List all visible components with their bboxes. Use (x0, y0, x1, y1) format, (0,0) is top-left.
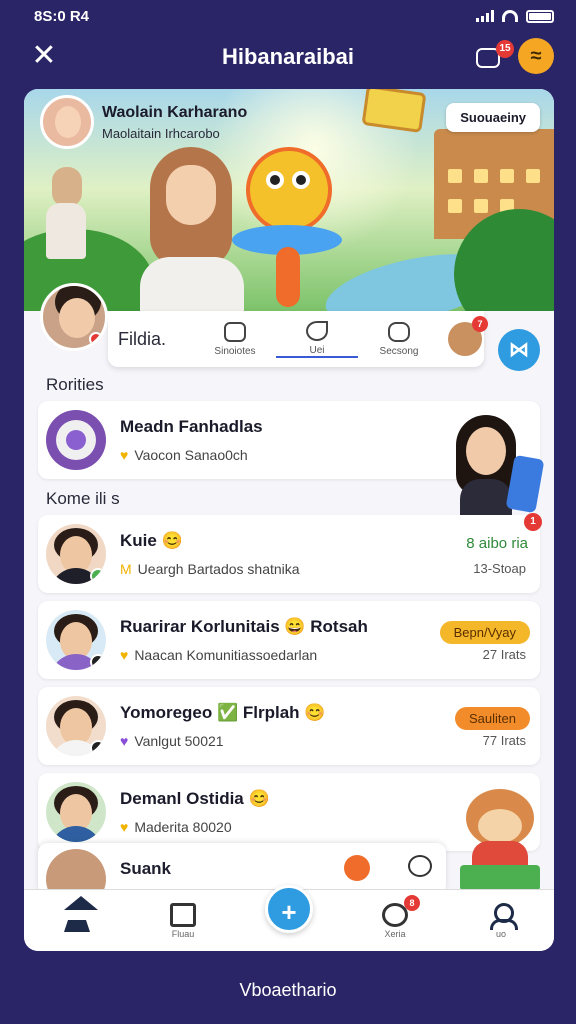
item-name: Yomoregeo ✅ Flrplah 😊 (120, 703, 326, 722)
battery-icon (526, 9, 554, 23)
section-komentis-label: Kome ili s (46, 489, 120, 508)
item-time: 13-Stoap (473, 561, 526, 576)
nav-profile[interactable]: uo (466, 902, 536, 939)
item-sub: Maderita 80020 (134, 819, 232, 835)
hero-user-subtitle: Maolaitain Irhcarobo (102, 125, 220, 141)
hero-banner[interactable]: Waolain Karharano Maolaitain Irhcarobo S… (24, 89, 554, 311)
girl-sticker (438, 411, 545, 521)
hero-user-name: Waolain Karharano (102, 103, 248, 121)
page-title: Hibanaraibai (221, 44, 355, 69)
coin-icon: ≈ (530, 45, 542, 67)
hero-person-secondary (44, 167, 88, 259)
item-name: Kuie 😊 (120, 531, 183, 550)
status-bar: 8S:0 R4 (0, 0, 576, 32)
medal-icon: M (120, 561, 132, 577)
item-sub: Ueargh Bartados shatnika (137, 561, 300, 577)
item-sub: Naacan Komunitiassoedarlan (134, 647, 318, 663)
status-dot (89, 332, 103, 346)
wifi-icon (502, 10, 518, 22)
bowtie-icon: ⋈ (509, 339, 529, 361)
chat-button[interactable]: 15 (476, 40, 514, 70)
notes-icon (224, 321, 246, 342)
avatar (46, 782, 106, 842)
user-icon (488, 902, 518, 930)
mini-player-name: Suank (120, 859, 172, 878)
featured-sub: Vaocon Sanao0ch (134, 447, 248, 463)
heart-icon: ♥ (120, 733, 129, 749)
list-icon (170, 902, 196, 927)
list-item[interactable]: Ruarirar Korlunitais 😄 Rotsah ♥ Naacan Ko… (38, 601, 540, 679)
play-icon (90, 740, 106, 756)
item-meta: 8 aibo ria (466, 535, 528, 552)
item-badge: 1 (524, 513, 542, 531)
action-pill[interactable]: Sauliten (455, 707, 530, 730)
nav-activity[interactable]: 8 Xeria (360, 894, 430, 939)
tab-use[interactable]: Uei (276, 320, 358, 358)
home-icon (64, 895, 98, 932)
nav-home[interactable] (42, 895, 112, 934)
signal-icon (476, 10, 494, 22)
close-button[interactable]: ✕ (30, 39, 58, 72)
mini-player[interactable]: Suank (38, 843, 446, 909)
item-name: Demanl Ostidia 😊 (120, 789, 270, 808)
list-item[interactable]: Yomoregeo ✅ Flrplah 😊 ♥ Vanlgut 50021 Sau… (38, 687, 540, 765)
item-name: Ruarirar Korlunitais 😄 Rotsah (120, 617, 368, 636)
chat-bubble-icon (388, 321, 410, 342)
tab-notes[interactable]: Sinoiotes (194, 321, 276, 357)
mascot-avatar[interactable]: 7 (448, 316, 488, 356)
avatar (46, 696, 106, 756)
featured-name: Meadn Fanhadlas (120, 417, 263, 436)
section-routines-label: Rorities (46, 375, 104, 394)
music-icon[interactable] (344, 855, 370, 881)
action-pill[interactable]: Bepn/Vyay (439, 621, 530, 644)
coin-button[interactable]: ≈ (518, 38, 554, 74)
item-time: 27 Irats (482, 647, 526, 662)
pen-icon (306, 320, 328, 341)
main-card: Waolain Karharano Maolaitain Irhcarobo S… (24, 89, 554, 951)
item-sub: Vanlgut 50021 (134, 733, 224, 749)
robot-mascot (232, 137, 342, 307)
activity-badge: 8 (404, 894, 420, 911)
hero-user[interactable]: Waolain Karharano Maolaitain Irhcarobo (40, 95, 247, 149)
chat-badge: 15 (496, 40, 514, 58)
status-time: 8S:0 R4 (34, 7, 90, 25)
nav-feed[interactable]: Fluau (148, 902, 218, 939)
featured-avatar (46, 410, 106, 470)
mascot-badge: 7 (472, 316, 488, 332)
share-button[interactable]: ⋈ (498, 329, 540, 371)
bottom-nav: Fluau + 8 Xeria uo (24, 884, 554, 951)
avatar (46, 524, 106, 584)
heart-icon: ♥ (120, 647, 129, 663)
nav-create[interactable]: + (254, 884, 324, 935)
app-header: ✕ Hibanaraibai 15 ≈ (0, 34, 576, 80)
profile-avatar[interactable] (40, 283, 108, 351)
heart-icon: ♥ (120, 819, 129, 835)
subscribe-button[interactable]: Suouaeiny (446, 103, 540, 132)
close-icon: ✕ (31, 39, 57, 72)
footer-text: Vboaethario (239, 980, 337, 1000)
hero-avatar[interactable] (40, 95, 94, 149)
item-time: 77 Irats (482, 733, 526, 748)
online-icon (90, 568, 106, 584)
profile-name: Fildia. (118, 328, 167, 349)
heart-icon: ♥ (120, 447, 129, 463)
profile-tab-bar: Fildia. Sinoiotes Uei Secsong 7 (108, 311, 488, 367)
chat-icon[interactable] (408, 855, 432, 877)
tab-songs[interactable]: Secsong (358, 321, 440, 357)
monkey-sticker (460, 789, 540, 891)
avatar (46, 610, 106, 670)
mic-icon (90, 654, 106, 670)
list-item[interactable]: Kuie 😊 M Ueargh Bartados shatnika 8 aibo … (38, 513, 542, 593)
add-icon: + (265, 884, 313, 933)
